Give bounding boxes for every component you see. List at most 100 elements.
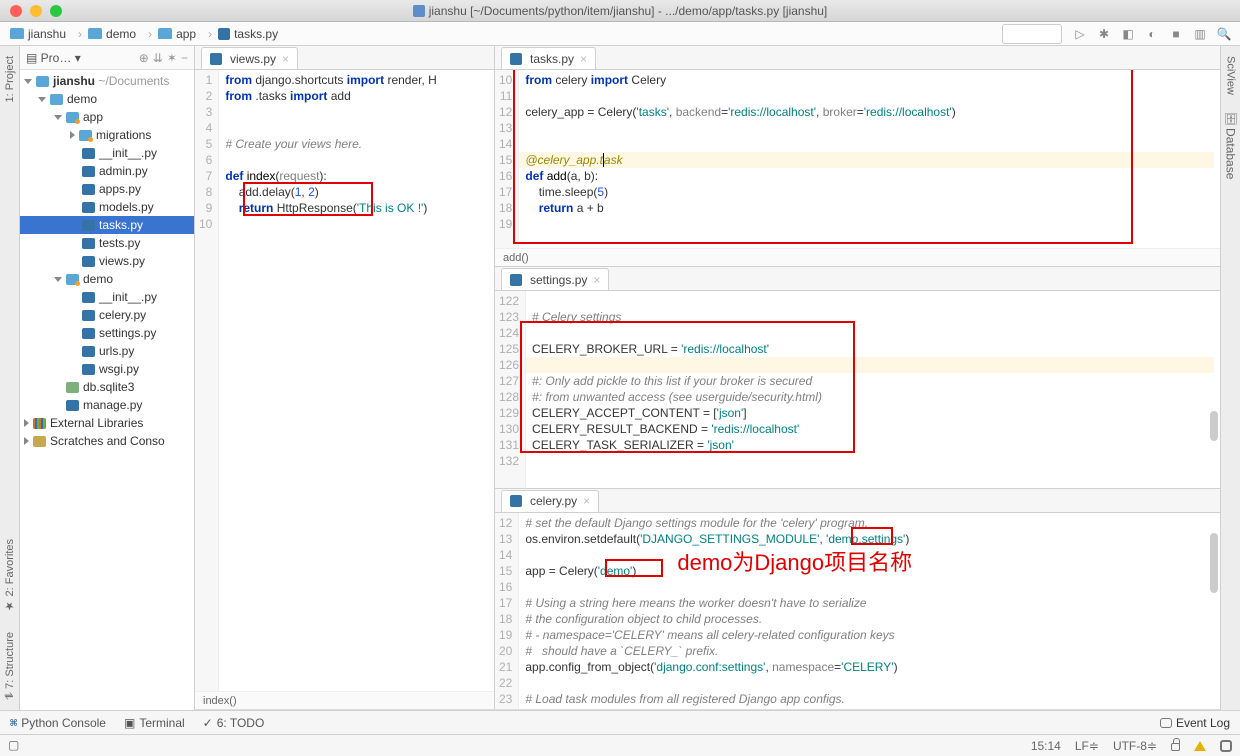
tree-file-selected[interactable]: tasks.py (20, 216, 194, 234)
editor-pane-celery: celery.py× 121314151617181920212223 # se… (495, 488, 1220, 709)
search-button[interactable]: 🔍 (1214, 24, 1234, 44)
tree-folder[interactable]: demo (20, 90, 194, 108)
project-combo[interactable]: ▤ Pro… ▾ (26, 51, 81, 65)
caret-position[interactable]: 15:14 (1031, 739, 1061, 753)
tree-root[interactable]: jianshu ~/Documents (20, 72, 194, 90)
event-log-button[interactable]: Event Log (1160, 716, 1230, 730)
editor-tabs: views.py× (195, 46, 494, 70)
stop-button[interactable]: ■ (1166, 24, 1186, 44)
close-tab-icon[interactable]: × (583, 494, 590, 508)
tab-settings[interactable]: settings.py× (501, 268, 609, 290)
tree-folder[interactable]: app (20, 108, 194, 126)
readonly-lock-icon[interactable] (1171, 743, 1180, 751)
editor-pane-settings: settings.py× 122123124125126127128129130… (495, 266, 1220, 487)
project-tree[interactable]: jianshu ~/Documents demo app migrations … (20, 70, 194, 710)
tree-file[interactable]: models.py (20, 198, 194, 216)
gutter: 122123124125126127128129130131132 (495, 291, 526, 487)
titlebar: jianshu [~/Documents/python/item/jianshu… (0, 0, 1240, 22)
database-tool-button[interactable]: 🗄 Database (1222, 107, 1240, 183)
tree-libraries[interactable]: External Libraries (20, 414, 194, 432)
tree-file[interactable]: admin.py (20, 162, 194, 180)
close-tab-icon[interactable]: × (593, 273, 600, 287)
project-tool-button[interactable]: 1: Project (2, 52, 18, 106)
layout-button[interactable]: ▥ (1190, 24, 1210, 44)
editor-breadcrumb[interactable]: index() (195, 691, 494, 709)
editor-breadcrumb[interactable]: add() (495, 248, 1220, 266)
bottom-toolbar: ⌘Python Console ▣Terminal ✓6: TODO Event… (0, 710, 1240, 734)
tree-folder[interactable]: demo (20, 270, 194, 288)
line-ending[interactable]: LF≑ (1075, 739, 1099, 753)
tree-file[interactable]: apps.py (20, 180, 194, 198)
breadcrumb-item[interactable]: demo (74, 24, 144, 44)
tree-file[interactable]: wsgi.py (20, 360, 194, 378)
tree-file[interactable]: __init__.py (20, 288, 194, 306)
window-title: jianshu [~/Documents/python/item/jianshu… (0, 4, 1240, 18)
tab-tasks[interactable]: tasks.py× (501, 47, 596, 69)
scrollbar-thumb[interactable] (1210, 411, 1218, 441)
event-log-icon (1160, 718, 1172, 728)
encoding[interactable]: UTF-8≑ (1113, 739, 1157, 753)
settings-icon[interactable]: ✶ (167, 51, 177, 65)
tree-file[interactable]: views.py (20, 252, 194, 270)
breadcrumb-toolbar: jianshu demo app tasks.py ▷ ✱ ◧ ◐ ■ ▥ 🔍 (0, 22, 1240, 46)
tree-file[interactable]: tests.py (20, 234, 194, 252)
collapse-all-icon[interactable]: ⇊ (153, 51, 163, 65)
project-panel-header: ▤ Pro… ▾ ⊕ ⇊ ✶ − (20, 46, 194, 70)
git-loop-icon[interactable] (1220, 740, 1232, 752)
tool-window-toggle[interactable]: ▢ (8, 738, 24, 754)
tab-celery[interactable]: celery.py× (501, 490, 599, 512)
gutter: 121314151617181920212223 (495, 513, 519, 709)
editor-right-stack: tasks.py× 10111213141516171819 from cele… (495, 46, 1220, 709)
folder-icon (158, 28, 172, 39)
hide-icon[interactable]: − (181, 51, 188, 65)
gutter: 10111213141516171819 (495, 70, 519, 248)
breadcrumb-item[interactable]: app (144, 24, 204, 44)
tree-file[interactable]: manage.py (20, 396, 194, 414)
python-file-icon (218, 28, 230, 40)
tree-scratches[interactable]: Scratches and Conso (20, 432, 194, 450)
sciview-tool-button[interactable]: SciView (1223, 52, 1239, 99)
ide-window: jianshu [~/Documents/python/item/jianshu… (0, 0, 1240, 756)
code-content[interactable]: from django.shortcuts import render, Hfr… (219, 70, 494, 691)
favorites-tool-button[interactable]: ★ 2: Favorites (1, 535, 18, 617)
breadcrumb-item[interactable]: tasks.py (204, 24, 286, 44)
annotation-label: demo为Django项目名称 (677, 555, 912, 571)
coverage-button[interactable]: ◧ (1118, 24, 1138, 44)
breadcrumbs: jianshu demo app tasks.py (6, 24, 286, 44)
left-tool-rail: 1: Project ★ 2: Favorites ⥮ 7: Structure (0, 46, 20, 710)
tab-views[interactable]: views.py× (201, 47, 298, 69)
run-button[interactable]: ▷ (1070, 24, 1090, 44)
folder-icon (10, 28, 24, 39)
python-console-button[interactable]: ⌘Python Console (10, 716, 106, 730)
right-tool-rail: SciView 🗄 Database (1220, 46, 1240, 710)
editor-pane-views: views.py× 12345678910 from django.shortc… (195, 46, 495, 709)
close-tab-icon[interactable]: × (580, 52, 587, 66)
breadcrumb-item[interactable]: jianshu (6, 24, 74, 44)
editor-celery-code[interactable]: 121314151617181920212223 # set the defau… (495, 513, 1220, 709)
tree-file[interactable]: settings.py (20, 324, 194, 342)
gutter: 12345678910 (195, 70, 219, 691)
editor-settings-code[interactable]: 122123124125126127128129130131132 # Cele… (495, 291, 1220, 487)
inspections-icon[interactable] (1194, 741, 1206, 751)
tree-file[interactable]: __init__.py (20, 144, 194, 162)
tree-folder[interactable]: migrations (20, 126, 194, 144)
editor-pane-tasks: tasks.py× 10111213141516171819 from cele… (495, 46, 1220, 266)
status-bar: ▢ 15:14 LF≑ UTF-8≑ (0, 734, 1240, 756)
debug-button[interactable]: ✱ (1094, 24, 1114, 44)
run-config-dropdown[interactable] (1002, 24, 1062, 44)
structure-tool-button[interactable]: ⥮ 7: Structure (2, 628, 18, 704)
todo-button[interactable]: ✓6: TODO (203, 716, 265, 730)
terminal-button[interactable]: ▣Terminal (124, 716, 185, 730)
tree-file[interactable]: celery.py (20, 306, 194, 324)
profile-button[interactable]: ◐ (1142, 24, 1162, 44)
scroll-from-source-icon[interactable]: ⊕ (139, 51, 149, 65)
tree-file[interactable]: db.sqlite3 (20, 378, 194, 396)
close-tab-icon[interactable]: × (282, 52, 289, 66)
tree-file[interactable]: urls.py (20, 342, 194, 360)
editor-area: views.py× 12345678910 from django.shortc… (195, 46, 1220, 710)
folder-icon (88, 28, 102, 39)
scrollbar-thumb[interactable] (1210, 533, 1218, 593)
editor-views-code[interactable]: 12345678910 from django.shortcuts import… (195, 70, 494, 691)
editor-tasks-code[interactable]: 10111213141516171819 from celery import … (495, 70, 1220, 248)
toolbar-buttons: ▷ ✱ ◧ ◐ ■ ▥ 🔍 (1002, 24, 1234, 44)
